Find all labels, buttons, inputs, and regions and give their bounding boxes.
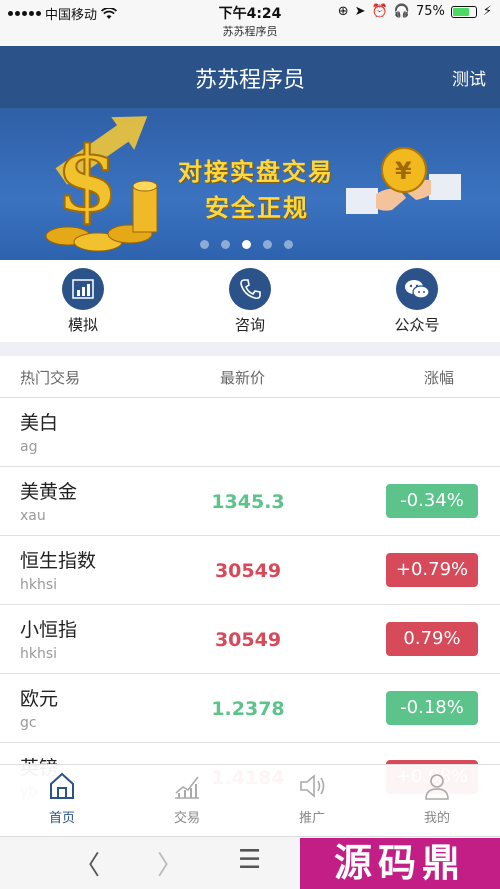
rotation-lock-icon: ⊕ <box>337 4 349 19</box>
hands-exchange-coin-illustration: ¥ <box>346 147 461 214</box>
instrument-name: 美白 <box>20 412 59 434</box>
quick-nav-simulate[interactable]: 模拟 <box>38 268 128 335</box>
tab-home[interactable]: 首页 <box>22 771 102 826</box>
carousel-indicator[interactable] <box>200 240 293 249</box>
instrument-name: 欧元 <box>20 688 59 710</box>
phone-icon <box>229 268 271 310</box>
quick-nav-consult[interactable]: 咨询 <box>205 268 295 335</box>
tab-label: 推广 <box>298 811 325 826</box>
table-row[interactable]: 小恒指 hkhsi 30549 0.79% <box>0 605 500 674</box>
market-table-header: 热门交易 最新价 涨幅 <box>0 356 500 398</box>
quick-nav-official-account[interactable]: 公众号 <box>372 268 462 335</box>
banner-subheadline: 安全正规 <box>205 194 309 222</box>
quick-nav-label: 公众号 <box>394 316 440 334</box>
latest-price: 1345.3 <box>211 491 285 513</box>
column-header-name: 热门交易 <box>20 369 81 387</box>
change-badge: 0.79% <box>386 622 478 656</box>
instrument-name: 小恒指 <box>20 619 78 641</box>
latest-price: 1.2378 <box>211 698 285 720</box>
latest-price: 30549 <box>214 560 282 582</box>
instrument-name: 恒生指数 <box>20 550 97 572</box>
user-icon <box>425 774 449 800</box>
home-icon <box>50 772 74 799</box>
svg-text:¥: ¥ <box>395 157 412 185</box>
watermark-logo: 源码鼎 <box>300 838 500 889</box>
column-header-change: 涨幅 <box>424 369 455 387</box>
page-subtitle: 苏苏程序员 <box>222 25 278 38</box>
instrument-code: gc <box>20 715 37 731</box>
carousel-dot[interactable] <box>284 240 293 249</box>
carousel-dot[interactable] <box>263 240 272 249</box>
tab-label: 首页 <box>48 811 75 826</box>
wechat-icon <box>396 268 438 310</box>
change-badge: +0.79% <box>386 553 478 587</box>
test-button[interactable]: 测试 <box>452 65 486 90</box>
gold-dollar-coins-illustration: $ <box>45 116 158 252</box>
change-badge: -0.34% <box>386 484 478 518</box>
instrument-name: 美黄金 <box>20 481 78 503</box>
table-row[interactable]: 恒生指数 hkhsi 30549 +0.79% <box>0 536 500 605</box>
location-icon: ➤ <box>354 4 366 19</box>
svg-text:$: $ <box>56 127 119 233</box>
headphones-icon: 🎧 <box>393 4 410 19</box>
back-button[interactable]: 〈 <box>74 845 100 882</box>
status-icons: ⊕ ➤ ⏰ 🎧 75% ⚡ <box>338 4 492 19</box>
tab-label: 我的 <box>423 811 450 826</box>
quick-nav-label: 咨询 <box>234 316 265 334</box>
chart-icon <box>62 268 104 310</box>
change-badge: -0.18% <box>386 691 478 725</box>
quick-nav-label: 模拟 <box>67 316 98 334</box>
tab-mine[interactable]: 我的 <box>397 771 477 826</box>
bottom-tab-bar: 首页 交易 推广 我的 <box>0 764 500 836</box>
page-title: 苏苏程序员 <box>194 68 305 93</box>
column-header-price: 最新价 <box>220 369 266 387</box>
instrument-code: hkhsi <box>20 646 58 662</box>
forward-button[interactable]: 〉 <box>157 845 183 882</box>
table-row[interactable]: 美白 ag <box>0 398 500 467</box>
table-row[interactable]: 美黄金 xau 1345.3 -0.34% <box>0 467 500 536</box>
banner-headline: 对接实盘交易 <box>178 158 334 186</box>
trade-chart-icon <box>175 776 199 799</box>
tab-trade[interactable]: 交易 <box>147 771 227 826</box>
battery-icon <box>450 5 477 18</box>
section-divider <box>0 342 500 356</box>
speaker-icon <box>300 774 325 798</box>
instrument-code: ag <box>20 439 38 455</box>
carousel-dot[interactable] <box>242 240 251 249</box>
charging-icon: ⚡ <box>482 4 492 19</box>
carousel-dot[interactable] <box>221 240 230 249</box>
tab-label: 交易 <box>173 811 200 826</box>
promo-banner[interactable]: $ 对接实盘交易 安全正规 ¥ <box>0 108 500 260</box>
carousel-dot[interactable] <box>200 240 209 249</box>
instrument-code: xau <box>20 508 46 524</box>
menu-button[interactable]: ☰ <box>238 845 261 875</box>
tab-promote[interactable]: 推广 <box>272 771 352 826</box>
app-header: 苏苏程序员 测试 <box>0 46 500 108</box>
status-bar: 中国移动 下午4:24 苏苏程序员 ⊕ ➤ ⏰ 🎧 75% ⚡ <box>0 0 500 46</box>
quick-nav: 模拟 咨询 公众号 <box>0 260 500 342</box>
battery-percent: 75% <box>415 4 445 19</box>
table-row[interactable]: 欧元 gc 1.2378 -0.18% <box>0 674 500 743</box>
instrument-code: hkhsi <box>20 577 58 593</box>
alarm-icon: ⏰ <box>371 4 388 19</box>
latest-price: 30549 <box>214 629 282 651</box>
